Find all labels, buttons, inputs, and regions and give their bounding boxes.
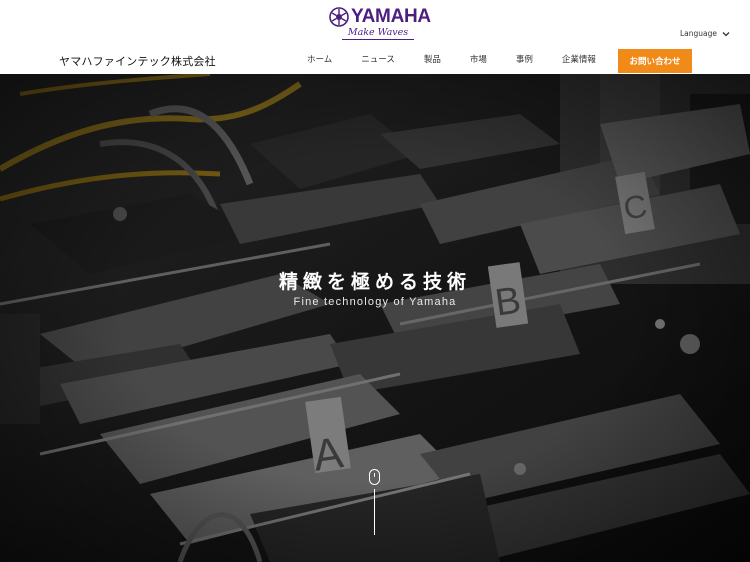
logo-tagline: Make Waves (347, 27, 409, 38)
nav-item-company[interactable]: 企業情報 (562, 53, 596, 65)
nav-item-home[interactable]: ホーム (307, 53, 332, 65)
language-label: Language (679, 29, 717, 38)
chevron-down-icon (722, 31, 730, 36)
nav-item-cases[interactable]: 事例 (516, 53, 533, 65)
main-nav: ホーム ニュース 製品 市場 事例 企業情報 (307, 53, 625, 65)
mouse-scroll-icon[interactable] (369, 469, 380, 485)
tagline-underline (342, 39, 414, 40)
hero-section: A B C 精緻を極める技術 Fine technology of Yamaha (0, 74, 750, 562)
nav-item-products[interactable]: 製品 (424, 53, 441, 65)
scroll-wheel-dot (373, 473, 375, 477)
hero-machinery-image: A B C (0, 74, 750, 562)
tuning-fork-emblem-icon (329, 7, 349, 27)
logo-wordmark: YAMAHA (351, 6, 431, 27)
company-name[interactable]: ヤマハファインテック株式会社 (59, 53, 216, 69)
contact-button[interactable]: お問い合わせ (618, 49, 692, 73)
hero-subtitle: Fine technology of Yamaha (293, 296, 457, 308)
nav-item-markets[interactable]: 市場 (470, 53, 487, 65)
scroll-indicator-line (374, 489, 375, 535)
yamaha-logo[interactable]: YAMAHA Make Waves (329, 6, 431, 42)
language-selector[interactable]: Language (680, 29, 730, 38)
site-header: YAMAHA Make Waves Language ヤマハファインテック株式会… (0, 0, 750, 74)
hero-title: 精緻を極める技術 (278, 271, 471, 293)
nav-item-news[interactable]: ニュース (361, 53, 395, 65)
